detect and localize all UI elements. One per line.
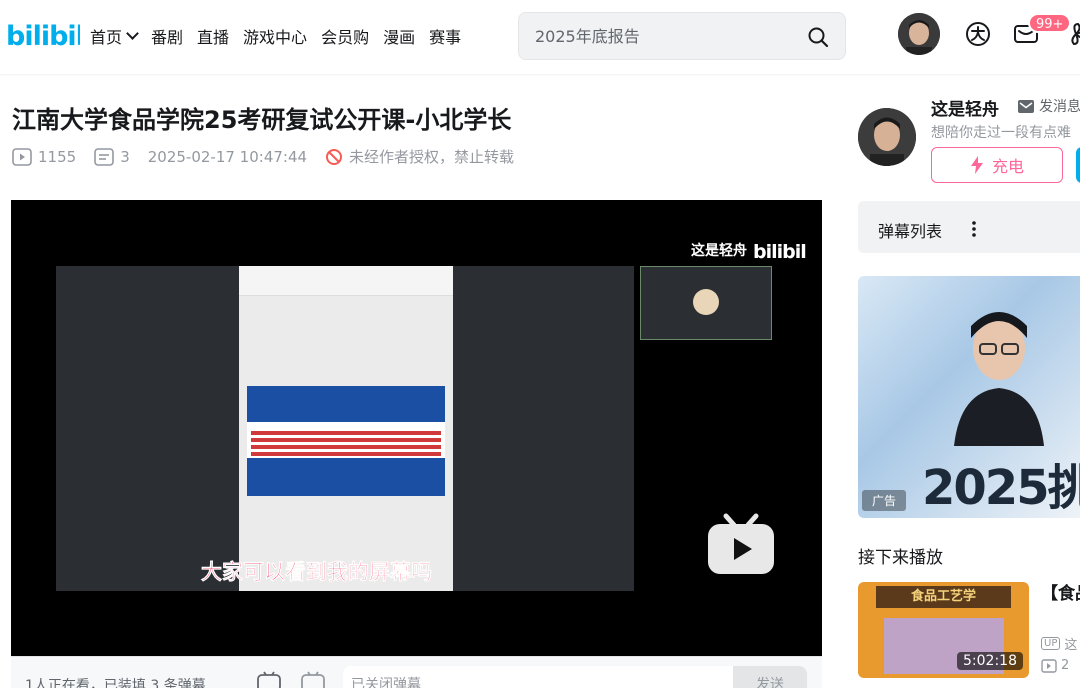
publish-datetime: 2025-02-17 10:47:44: [147, 147, 308, 166]
danmaku-settings-icon[interactable]: [300, 671, 326, 688]
watermark-text: 这是轻舟: [691, 243, 747, 259]
video-title: 江南大学食品学院25考研复试公开课-小北学长: [12, 106, 512, 134]
nav-item-manga[interactable]: 漫画: [383, 24, 415, 48]
follow-button[interactable]: [1076, 147, 1080, 183]
play-count-icon: [1041, 658, 1057, 673]
next-video-uploader[interactable]: UP 这: [1041, 634, 1077, 653]
fan-icon[interactable]: [1062, 20, 1080, 48]
play-count: 1155: [12, 148, 76, 166]
copyright-notice: 未经作者授权，禁止转载: [325, 146, 514, 167]
presentation-slide: [247, 386, 445, 496]
search-box: [518, 12, 846, 60]
thumbnail-caption: 食品工艺学: [876, 586, 1011, 608]
webcam-tile: [640, 266, 772, 340]
nav-label: 首页: [90, 28, 123, 47]
forbidden-icon: [326, 148, 343, 165]
danmaku-input[interactable]: 已关闭弹幕: [343, 666, 733, 688]
shared-document: [239, 266, 453, 591]
send-message-link[interactable]: 发消息: [1018, 96, 1080, 116]
danmaku-count-value: 3: [120, 147, 130, 166]
uploader-name[interactable]: 这是轻舟: [931, 95, 999, 120]
nav-item-esports[interactable]: 赛事: [429, 24, 461, 48]
tv-play-icon[interactable]: [706, 512, 776, 576]
charge-button[interactable]: 充电: [931, 147, 1063, 183]
slide-footer-band: [247, 458, 445, 496]
video-watermark: 这是轻舟 bilibili: [691, 238, 807, 262]
ad-headline: 2025挑: [922, 460, 1080, 516]
search-input[interactable]: [535, 23, 795, 49]
nav-item-shop[interactable]: 会员购: [321, 24, 369, 48]
video-meta: 1155 3 2025-02-17 10:47:44 未经作者授权，禁止转载: [12, 146, 532, 167]
viewer-count: 1人正在看，已装填 3 条弹幕: [25, 678, 206, 688]
svg-text:bilibili: bilibili: [753, 241, 807, 262]
main-nav: 首页 番剧 直播 游戏中心 会员购 漫画 赛事: [90, 24, 475, 48]
document-toolbar: [239, 266, 453, 296]
user-avatar[interactable]: [898, 13, 940, 55]
copyright-text: 未经作者授权，禁止转载: [349, 148, 515, 166]
send-danmaku-button[interactable]: 发送: [733, 666, 807, 688]
next-video-plays: 2: [1041, 658, 1069, 673]
uploader-description: 想陪你走过一段有点难: [931, 125, 1071, 141]
chevron-down-icon: [126, 27, 139, 40]
svg-text:bilibili: bilibili: [6, 21, 80, 52]
video-duration: 5:02:18: [957, 652, 1023, 670]
nav-item-live[interactable]: 直播: [197, 24, 229, 48]
slide-red-title: [251, 428, 441, 456]
envelope-icon: [1018, 99, 1034, 113]
next-video-thumbnail[interactable]: 食品工艺学 5:02:18: [858, 582, 1029, 678]
next-video-title[interactable]: 【食品学院: [1041, 582, 1080, 606]
up-badge-icon: UP: [1041, 637, 1061, 650]
top-header: bilibili 首页 番剧 直播 游戏中心 会员购 漫画 赛事 99+: [0, 0, 1080, 74]
big-member-icon[interactable]: [964, 20, 992, 48]
nav-item-game-center[interactable]: 游戏中心: [243, 24, 307, 48]
next-video-uploader-name: 这: [1064, 638, 1078, 653]
lightning-icon: [970, 156, 983, 174]
danmaku-icon: [94, 147, 114, 166]
danmaku-list-title: 弹幕列表: [878, 222, 943, 241]
ad-person-image: [954, 312, 1044, 446]
avatar-image: [898, 13, 940, 55]
danmaku-list-panel[interactable]: 弹幕列表: [858, 201, 1080, 253]
nav-item-home[interactable]: 首页: [90, 24, 139, 48]
slide-header-band: [247, 386, 445, 422]
up-next-heading: 接下来播放: [858, 548, 943, 568]
uploader-avatar-image: [858, 108, 916, 166]
search-icon[interactable]: [807, 26, 829, 48]
shared-screen: [56, 266, 634, 591]
video-subtitle: 大家可以看到我的屏幕吗: [201, 560, 433, 585]
charge-label: 充电: [991, 157, 1024, 176]
ad-banner[interactable]: 2025挑 广告: [858, 276, 1080, 518]
participant-avatar: [693, 289, 719, 315]
danmaku-count: 3: [94, 148, 130, 166]
play-count-value: 1155: [38, 147, 77, 166]
ad-label: 广告: [862, 490, 907, 511]
play-count-icon: [12, 147, 32, 166]
bilibili-logo[interactable]: bilibili: [6, 16, 80, 52]
next-video-plays-value: 2: [1061, 658, 1070, 673]
more-options-icon[interactable]: [972, 221, 976, 237]
send-message-label: 发消息: [1039, 99, 1080, 115]
bilibili-watermark-logo: bilibili: [753, 241, 807, 262]
uploader-avatar[interactable]: [858, 108, 916, 166]
danmaku-toggle-icon[interactable]: [256, 671, 282, 688]
danmaku-bar: 1人正在看，已装填 3 条弹幕 已关闭弹幕 发送: [11, 656, 822, 688]
nav-item-anime[interactable]: 番剧: [151, 24, 183, 48]
video-player[interactable]: 这是轻舟 bilibili 大家可以看到我的屏幕吗: [11, 200, 822, 656]
